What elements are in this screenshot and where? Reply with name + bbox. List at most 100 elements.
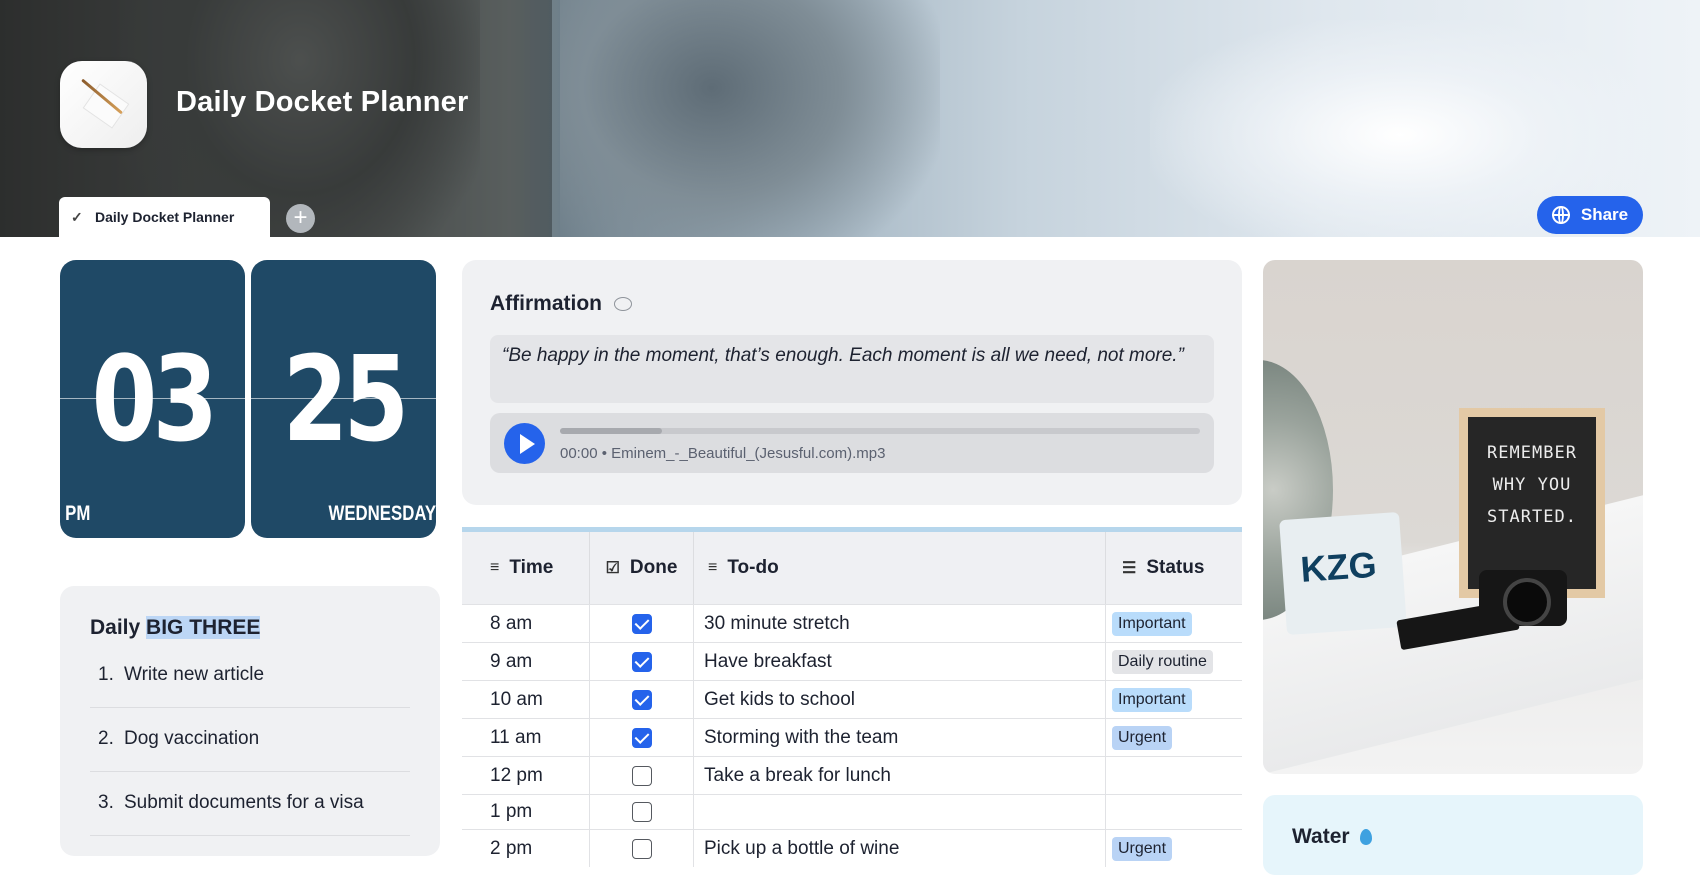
flip-divider: [60, 398, 245, 399]
todo-cell[interactable]: Take a break for lunch: [694, 757, 1106, 794]
done-checkbox[interactable]: [631, 727, 652, 748]
divider: [90, 771, 410, 772]
photo-camera: [1479, 570, 1567, 626]
done-cell: [590, 719, 694, 756]
todo-cell[interactable]: Have breakfast: [694, 643, 1106, 680]
status-cell[interactable]: [1106, 757, 1242, 794]
done-checkbox[interactable]: [631, 651, 652, 672]
list-number: 2.: [98, 728, 114, 749]
status-cell[interactable]: Daily routine: [1106, 643, 1242, 680]
status-cell[interactable]: [1106, 795, 1242, 829]
audio-player: 00:00 • Eminem_-_Beautiful_(Jesusful.com…: [490, 413, 1214, 473]
big-three-title-highlight[interactable]: BIG THREE: [146, 616, 261, 639]
todo-text: Take a break for lunch: [704, 764, 891, 786]
time-text: 1 pm: [490, 801, 533, 822]
time-cell[interactable]: 10 am: [462, 681, 590, 718]
tab-label: Daily Docket Planner: [95, 209, 235, 225]
water-drop-icon: [1359, 829, 1372, 846]
table-row[interactable]: 8 am 30 minute stretch Important: [462, 604, 1242, 642]
time-text: 2 pm: [490, 837, 533, 859]
board-line: REMEMBER: [1487, 443, 1577, 463]
table-row[interactable]: 9 am Have breakfast Daily routine: [462, 642, 1242, 680]
column-header-todo[interactable]: ≡ To-do: [694, 532, 1106, 604]
done-checkbox[interactable]: [631, 689, 652, 710]
affirmation-card: Affirmation “Be happy in the moment, tha…: [462, 260, 1242, 505]
done-cell: [590, 795, 694, 829]
list-item-text: Dog vaccination: [124, 728, 260, 749]
list-item[interactable]: 2. Dog vaccination: [90, 728, 410, 750]
tab-daily-docket-planner[interactable]: ✓ Daily Docket Planner: [59, 197, 270, 237]
time-text: 9 am: [490, 650, 533, 672]
column-label: Status: [1146, 557, 1205, 578]
clock-minute: 25: [282, 330, 410, 468]
checkbox-icon: ☑: [605, 560, 620, 577]
play-button[interactable]: [504, 423, 545, 464]
status-badge: Important: [1112, 611, 1192, 636]
divider: [90, 707, 410, 708]
clock-weekday: WEDNESDAY: [328, 502, 436, 525]
flip-divider: [251, 398, 436, 399]
done-checkbox[interactable]: [631, 838, 652, 859]
todo-cell[interactable]: Pick up a bottle of wine: [694, 830, 1106, 867]
done-checkbox[interactable]: [631, 613, 652, 634]
table-row[interactable]: 1 pm: [462, 794, 1242, 829]
share-label: Share: [1580, 205, 1629, 224]
column-header-status[interactable]: ☰ Status: [1106, 532, 1242, 604]
column-label: Time: [509, 557, 554, 578]
todo-cell[interactable]: 30 minute stretch: [694, 605, 1106, 642]
todo-text: Storming with the team: [704, 726, 899, 748]
list-item[interactable]: 1. Write new article: [90, 664, 410, 686]
status-cell[interactable]: Urgent: [1106, 719, 1242, 756]
affirmation-quote: “Be happy in the moment, that’s enough. …: [490, 335, 1214, 403]
table-row[interactable]: 10 am Get kids to school Important: [462, 680, 1242, 718]
status-cell[interactable]: Urgent: [1106, 830, 1242, 867]
column-header-time[interactable]: ≡ Time: [462, 532, 590, 604]
time-cell[interactable]: 12 pm: [462, 757, 590, 794]
share-button[interactable]: Share: [1537, 196, 1643, 234]
clock-minute-card: 25 WEDNESDAY: [251, 260, 436, 538]
time-text: 10 am: [490, 688, 543, 710]
done-cell: [590, 757, 694, 794]
time-text: 12 pm: [490, 764, 543, 786]
time-cell[interactable]: 11 am: [462, 719, 590, 756]
todo-cell[interactable]: Get kids to school: [694, 681, 1106, 718]
photo-license-plate: KZG: [1279, 511, 1407, 636]
list-item[interactable]: 3. Submit documents for a visa: [90, 792, 410, 814]
list-item-text: Submit documents for a visa: [124, 792, 364, 813]
done-cell: [590, 830, 694, 867]
table-row[interactable]: 12 pm Take a break for lunch: [462, 756, 1242, 794]
audio-meta: 00:00 • Eminem_-_Beautiful_(Jesusful.com…: [560, 445, 886, 462]
todo-text: Get kids to school: [704, 688, 856, 710]
todo-cell[interactable]: Storming with the team: [694, 719, 1106, 756]
table-header: ≡ Time ☑ Done ≡ To-do ☰ Status: [462, 532, 1242, 604]
status-cell[interactable]: Important: [1106, 605, 1242, 642]
list-icon: ☰: [1122, 560, 1137, 577]
column-header-done[interactable]: ☑ Done: [590, 532, 694, 604]
status-badge: Urgent: [1112, 836, 1173, 861]
big-three-title: Daily BIG THREE: [90, 616, 261, 640]
clock-period: PM: [65, 502, 91, 525]
time-cell[interactable]: 8 am: [462, 605, 590, 642]
audio-progress-bar[interactable]: [560, 428, 1200, 434]
table-row[interactable]: 11 am Storming with the team Urgent: [462, 718, 1242, 756]
status-badge: Important: [1112, 687, 1192, 712]
banner-rock-center: [560, 0, 940, 237]
thought-bubble-icon: [614, 297, 632, 312]
time-cell[interactable]: 2 pm: [462, 830, 590, 867]
time-cell[interactable]: 1 pm: [462, 795, 590, 829]
table-row[interactable]: 2 pm Pick up a bottle of wine Urgent: [462, 829, 1242, 867]
status-badge: Urgent: [1112, 725, 1173, 750]
divider: [90, 835, 410, 836]
clock-hour: 03: [91, 330, 219, 468]
done-checkbox[interactable]: [631, 802, 652, 822]
time-cell[interactable]: 9 am: [462, 643, 590, 680]
todo-cell[interactable]: [694, 795, 1106, 829]
board-line: WHY YOU: [1492, 475, 1572, 495]
time-text: 8 am: [490, 612, 533, 634]
audio-progress-fill: [560, 428, 663, 434]
add-tab-button[interactable]: +: [286, 204, 315, 233]
status-cell[interactable]: Important: [1106, 681, 1242, 718]
done-checkbox[interactable]: [631, 765, 652, 786]
todo-text: Pick up a bottle of wine: [704, 837, 900, 859]
todo-text: Have breakfast: [704, 650, 832, 672]
